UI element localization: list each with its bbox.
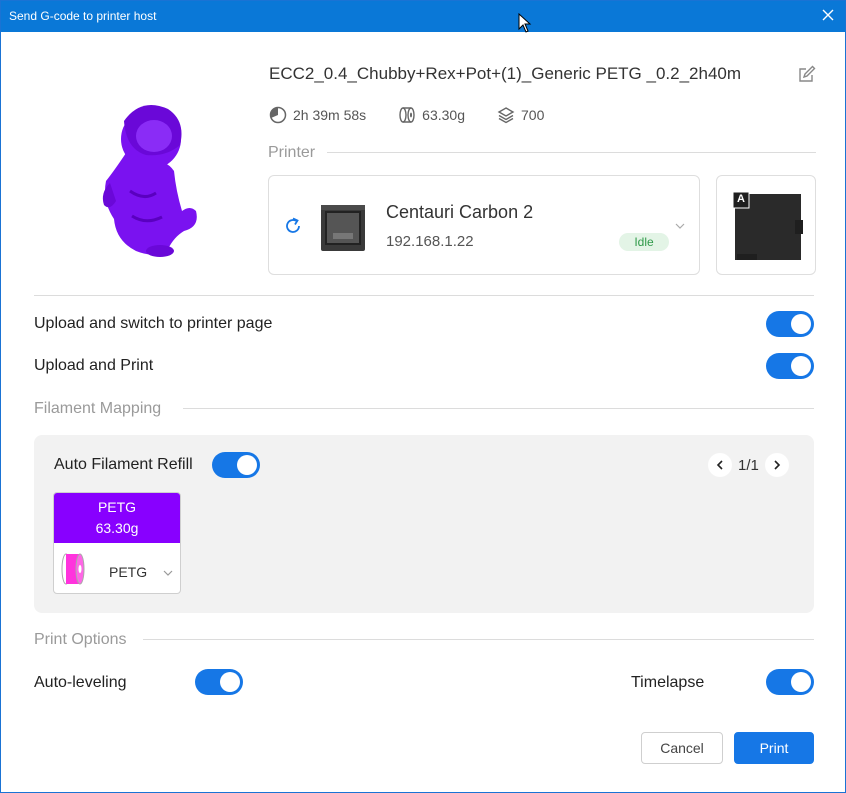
- filament-section-divider: [183, 408, 814, 409]
- chevron-right-icon: [774, 460, 780, 470]
- divider: [34, 295, 814, 296]
- toggle-knob: [220, 672, 240, 692]
- timelapse-toggle[interactable]: [766, 669, 814, 695]
- plate-label: A: [737, 193, 745, 205]
- filament-weight: 63.30g: [95, 520, 139, 536]
- upload-print-label: Upload and Print: [34, 357, 154, 374]
- close-icon[interactable]: [819, 6, 837, 24]
- filament-type: PETG: [97, 499, 137, 515]
- toggle-knob: [791, 356, 811, 376]
- filament-slot-card[interactable]: PETG 63.30g PETG: [53, 492, 181, 594]
- filament-spool-icon: [61, 553, 85, 585]
- filament-mapping-panel: Auto Filament Refill 1/1 PETG 63.30g PET: [34, 435, 814, 613]
- layers-stat: 700: [497, 106, 544, 124]
- filament-slot-header: PETG 63.30g: [54, 493, 180, 543]
- chevron-down-icon[interactable]: [674, 220, 686, 232]
- toggle-knob: [237, 455, 257, 475]
- filament-pager: 1/1: [708, 453, 789, 477]
- mouse-cursor-icon: [518, 13, 532, 33]
- printer-name: Centauri Carbon 2: [386, 202, 534, 222]
- printer-ip: 192.168.1.22: [386, 233, 474, 250]
- refresh-icon[interactable]: [283, 216, 303, 236]
- upload-print-toggle[interactable]: [766, 353, 814, 379]
- build-plate-preview[interactable]: A: [716, 175, 816, 275]
- upload-switch-toggle[interactable]: [766, 311, 814, 337]
- gcode-file-name: ECC2_0.4_Chubby+Rex+Pot+(1)_Generic PETG…: [269, 64, 742, 83]
- toggle-knob: [791, 672, 811, 692]
- printer-image: [321, 205, 365, 251]
- auto-leveling-label: Auto-leveling: [34, 674, 127, 691]
- layers-icon: [497, 107, 515, 124]
- printer-section-divider: [327, 152, 816, 153]
- title-bar: Send G-code to printer host: [1, 1, 845, 32]
- file-stats: 2h 39m 58s 63.30g 700: [269, 105, 576, 125]
- layer-count: 700: [521, 107, 545, 123]
- printer-section-label: Printer: [268, 144, 316, 161]
- mapped-filament-name: PETG: [109, 564, 148, 580]
- toggle-knob: [791, 314, 811, 334]
- edit-icon[interactable]: [797, 64, 817, 84]
- next-page-button[interactable]: [764, 453, 789, 477]
- auto-leveling-toggle[interactable]: [195, 669, 243, 695]
- weight-stat: 63.30g: [398, 106, 465, 124]
- upload-switch-label: Upload and switch to printer page: [34, 315, 273, 332]
- auto-refill-label: Auto Filament Refill: [54, 456, 193, 473]
- print-time: 2h 39m 58s: [293, 107, 367, 123]
- print-options-label: Print Options: [34, 631, 127, 648]
- model-thumbnail: [102, 105, 197, 257]
- auto-refill-toggle[interactable]: [212, 452, 260, 478]
- print-time-stat: 2h 39m 58s: [269, 106, 366, 124]
- chevron-left-icon: [716, 460, 723, 470]
- chevron-down-icon[interactable]: [162, 567, 174, 579]
- filament-spool-icon: [399, 107, 415, 123]
- window-title: Send G-code to printer host: [9, 9, 157, 23]
- print-options-divider: [143, 639, 814, 640]
- page-indicator: 1/1: [738, 456, 759, 474]
- send-gcode-dialog: Send G-code to printer host ECC2_0.4_Chu…: [0, 0, 846, 793]
- printer-selector[interactable]: Centauri Carbon 2 192.168.1.22 Idle: [268, 175, 700, 275]
- status-badge: Idle: [619, 233, 669, 251]
- filament-mapping-label: Filament Mapping: [34, 400, 162, 417]
- prev-page-button[interactable]: [708, 453, 732, 477]
- filament-weight: 63.30g: [422, 107, 465, 123]
- print-button[interactable]: Print: [734, 732, 814, 764]
- clock-pie-icon: [269, 106, 287, 124]
- timelapse-label: Timelapse: [631, 674, 705, 691]
- cancel-button[interactable]: Cancel: [641, 732, 723, 764]
